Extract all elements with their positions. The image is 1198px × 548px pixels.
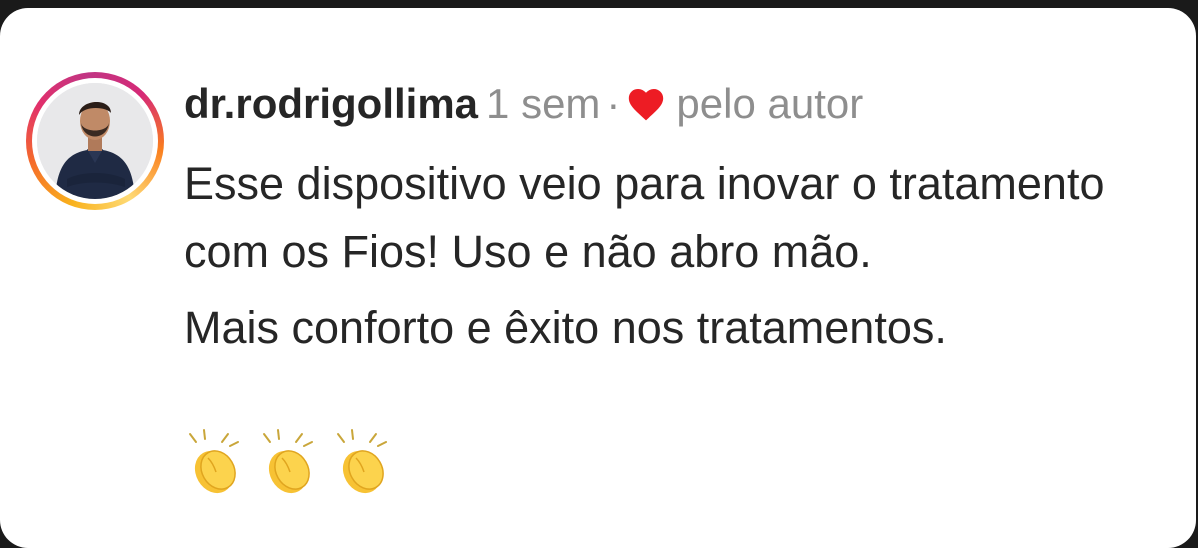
clapping-hands-emoji: [337, 429, 387, 494]
comment-card: dr.rodrigollima 1 sem · pelo autor Esse dis…: [0, 8, 1196, 548]
comment-paragraph: Mais conforto e êxito nos tratamentos.: [184, 302, 947, 353]
comment-header: dr.rodrigollima 1 sem · pelo autor: [184, 78, 863, 130]
clapping-hands-emoji: [263, 429, 313, 494]
comment-paragraph: Esse dispositivo veio para inovar o trat…: [184, 158, 1105, 277]
timestamp[interactable]: 1 sem: [486, 80, 600, 127]
avatar[interactable]: [37, 83, 153, 199]
clapping-hands-emoji: [189, 429, 239, 494]
avatar-story-ring[interactable]: [26, 72, 164, 210]
username-link[interactable]: dr.rodrigollima: [184, 80, 478, 127]
emoji-row: [184, 428, 394, 498]
separator-dot: ·: [606, 80, 621, 127]
heart-icon: [629, 88, 664, 121]
comment-text: Esse dispositivo veio para inovar o trat…: [184, 150, 1184, 362]
avatar-photo: [37, 83, 153, 199]
liked-by-author-label: pelo autor: [676, 80, 864, 127]
